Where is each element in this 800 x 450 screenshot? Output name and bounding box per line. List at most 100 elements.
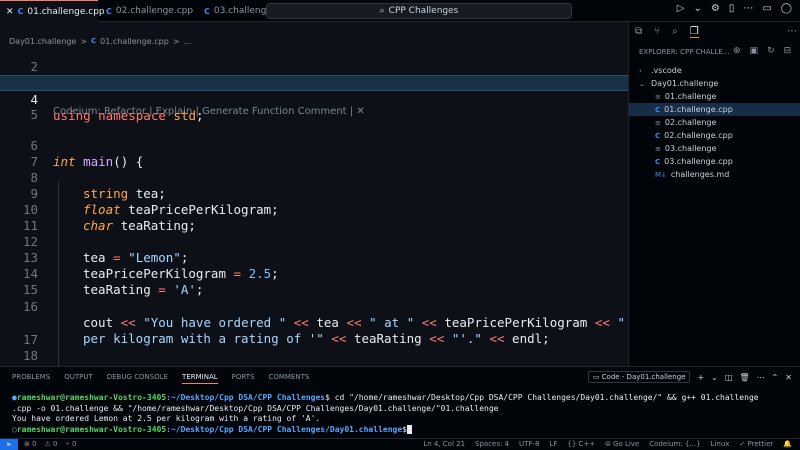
tab-output[interactable]: OUTPUT xyxy=(64,373,93,384)
code-line[interactable]: 16 cout << "You have ordered " << tea <<… xyxy=(0,283,628,330)
layout-icon[interactable]: ▭ xyxy=(762,3,771,14)
gear-icon[interactable]: ⚙ xyxy=(711,3,720,14)
broadcast-icon: ⦾ xyxy=(605,440,611,448)
code-line[interactable]: 14 teaRating = 'A'; xyxy=(0,250,628,297)
tab-02-challenge-cpp[interactable]: C 02.challenge.cpp xyxy=(100,0,196,22)
title-bar: ✕ C 01.challenge.cpp C 02.challenge.cpp … xyxy=(0,0,800,22)
tab-ports[interactable]: PORTS xyxy=(232,373,255,384)
tree-label: 02.challenge xyxy=(664,118,717,127)
source-control-icon[interactable]: ⑂ xyxy=(654,26,660,38)
code-line[interactable]: 2 #include <string> xyxy=(0,43,628,90)
code-line-wrapped[interactable]: per kilogram with a rating of '" << teaR… xyxy=(0,299,628,346)
code-line[interactable]: 8 string tea; xyxy=(0,154,628,201)
terminal-name: Code - Day01.challenge xyxy=(601,373,686,381)
code-line[interactable]: 7 xyxy=(0,138,628,169)
remote-indicator[interactable]: ⫸ xyxy=(0,439,18,450)
status-eol[interactable]: LF xyxy=(549,440,557,449)
tab-debug-console[interactable]: DEBUG CONSOLE xyxy=(107,373,168,384)
tree-label: challenges.md xyxy=(670,170,730,179)
status-encoding[interactable]: UTF-8 xyxy=(519,440,539,449)
tree-file[interactable]: ≡ 02.challenge xyxy=(629,116,800,129)
terminal-selector[interactable]: ▭ Code - Day01.challenge xyxy=(587,371,691,383)
tree-folder-day01[interactable]: ⌄ Day01.challenge xyxy=(629,77,800,90)
search-icon[interactable]: ⌕ xyxy=(672,26,678,38)
braces-icon: {} xyxy=(567,440,577,448)
code-line[interactable]: 3 xyxy=(0,59,628,90)
status-warnings[interactable]: ⚠ 0 xyxy=(45,440,58,448)
file-icon: ≡ xyxy=(655,118,661,127)
code-line[interactable]: 13 teaPricePerKilogram = 2.5; xyxy=(0,234,628,281)
search-label: CPP Challenges xyxy=(388,6,459,16)
tree-file[interactable]: ≡ 01.challenge xyxy=(629,90,800,103)
code-line[interactable]: 18 return 0; xyxy=(0,332,628,379)
tree-label: 02.challenge.cpp xyxy=(664,131,733,140)
chevron-down-icon[interactable]: ⌄ xyxy=(693,3,701,14)
new-folder-icon[interactable]: ▣ xyxy=(750,46,759,56)
add-terminal-icon[interactable]: + xyxy=(697,373,704,382)
close-icon[interactable]: ✕ xyxy=(785,373,792,382)
check-icon: ✓ xyxy=(739,440,746,448)
status-ports[interactable]: ⑂ 0 xyxy=(66,440,77,448)
refresh-icon[interactable]: ↻ xyxy=(767,46,775,56)
more-icon[interactable]: ⋯ xyxy=(743,3,753,14)
status-codeium[interactable]: Codeium: {...} xyxy=(649,440,700,449)
collapse-all-icon[interactable]: ⊟ xyxy=(784,46,792,56)
status-left: ⊗ 0 ⚠ 0 ⑂ 0 xyxy=(24,440,76,448)
files-icon[interactable]: ❐ xyxy=(689,26,699,38)
code-line[interactable]: 6 int main() { xyxy=(0,122,628,169)
code-line[interactable]: 9 float teaPricePerKilogram; xyxy=(0,170,628,217)
explorer-toggle-icon[interactable]: ⧉ xyxy=(635,26,642,38)
code-line[interactable]: 5 xyxy=(0,91,628,122)
chevron-down-icon[interactable]: ⌄ xyxy=(711,373,718,382)
code-line[interactable]: 17 xyxy=(0,316,628,347)
tree-file[interactable]: C 03.challenge.cpp xyxy=(629,155,800,168)
chevron-down-icon: ⌄ xyxy=(639,79,645,88)
tab-problems[interactable]: PROBLEMS xyxy=(12,373,50,384)
close-icon[interactable]: ✕ xyxy=(6,7,14,17)
trash-icon[interactable]: 🗑 xyxy=(739,373,749,382)
run-icon[interactable]: ▷ xyxy=(677,3,685,14)
code-line-current[interactable]: 4 using namespace std; xyxy=(0,75,628,123)
status-position[interactable]: Ln 4, Col 21 xyxy=(423,440,465,449)
tree-label: .vscode xyxy=(651,66,682,75)
status-os[interactable]: Linux xyxy=(711,440,730,449)
code-line[interactable]: 19 } xyxy=(0,348,628,395)
tree-label: 01.challenge xyxy=(664,92,717,101)
more-icon[interactable]: ⋯ xyxy=(757,373,765,382)
new-file-icon[interactable]: ⊕ xyxy=(733,46,741,56)
more-icon[interactable]: ⋯ xyxy=(787,26,797,37)
status-errors[interactable]: ⊗ 0 xyxy=(24,440,37,448)
explorer-title: EXPLORER: CPP CHALLE... xyxy=(639,48,730,56)
status-bar: ⫸ ⊗ 0 ⚠ 0 ⑂ 0 Ln 4, Col 21 Spaces: 4 UTF… xyxy=(0,438,800,450)
explorer-sidebar: ⧉ ⑂ ⌕ ❐ ⋯ EXPLORER: CPP CHALLE... ⊕ ▣ ↻ … xyxy=(628,22,800,366)
terminal-output[interactable]: ●rameshwar@rameshwar-Vostro-3405:~/Deskt… xyxy=(12,393,792,435)
status-prettier[interactable]: ✓ Prettier xyxy=(739,440,773,449)
cpp-icon: C xyxy=(655,105,661,114)
code-line[interactable]: 10 char teaRating; xyxy=(0,186,628,233)
cpp-icon: C xyxy=(204,6,210,16)
panel-tabs: PROBLEMS OUTPUT DEBUG CONSOLE TERMINAL P… xyxy=(12,373,309,384)
tab-terminal[interactable]: TERMINAL xyxy=(182,373,218,384)
code-editor[interactable]: Codeium: Refactor | Explain | Generate F… xyxy=(0,43,628,395)
tree-folder-vscode[interactable]: › .vscode xyxy=(629,64,800,77)
code-line[interactable]: 11 xyxy=(0,202,628,233)
cpp-icon: C xyxy=(655,131,661,140)
status-indent[interactable]: Spaces: 4 xyxy=(475,440,509,449)
split-terminal-icon[interactable]: ◫ xyxy=(725,373,733,382)
command-center-search[interactable]: ⌕ CPP Challenges xyxy=(266,3,572,19)
tree-file[interactable]: C 02.challenge.cpp xyxy=(629,129,800,142)
tree-file[interactable]: M↓ challenges.md xyxy=(629,168,800,181)
terminal-line: ○rameshwar@rameshwar-Vostro-3405:~/Deskt… xyxy=(12,424,792,436)
split-editor-icon[interactable]: ▯ xyxy=(729,3,735,14)
tab-comments[interactable]: COMMENTS xyxy=(268,373,309,384)
status-language[interactable]: {} C++ xyxy=(567,440,595,449)
bell-icon[interactable]: 🔔 xyxy=(783,440,792,449)
status-golive[interactable]: ⦾ Go Live xyxy=(605,440,639,449)
account-icon[interactable]: ◯ xyxy=(781,3,792,14)
tree-file-selected[interactable]: C 01.challenge.cpp xyxy=(629,103,800,116)
tab-01-challenge-cpp[interactable]: ✕ C 01.challenge.cpp xyxy=(0,0,105,22)
code-line[interactable]: 12 tea = "Lemon"; xyxy=(0,218,628,265)
code-line[interactable]: 15 xyxy=(0,266,628,297)
tree-file[interactable]: ≡ 03.challenge xyxy=(629,142,800,155)
maximize-panel-icon[interactable]: ⌃ xyxy=(772,373,779,382)
